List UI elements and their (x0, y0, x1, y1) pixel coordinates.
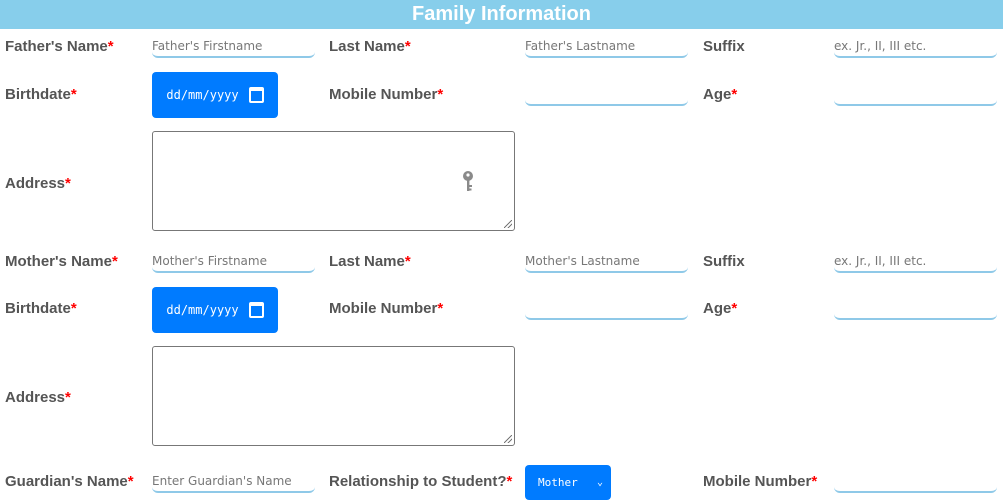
guardian-name-label: Guardian's Name* (5, 472, 134, 492)
required-mark: * (70, 300, 77, 317)
mother-suffix-label: Suffix (703, 253, 745, 270)
father-name-label-text: Father's Name (5, 38, 108, 55)
mother-birthdate-label: Birthdate* (5, 299, 77, 319)
father-age-input[interactable] (834, 84, 997, 106)
required-mark: * (70, 86, 77, 103)
required-mark: * (731, 300, 738, 317)
required-mark: * (127, 473, 134, 490)
required-mark: * (811, 473, 818, 490)
mother-age-input[interactable] (834, 298, 997, 320)
father-lastname-input[interactable] (525, 36, 688, 58)
mother-mobile-label-text: Mobile Number (329, 300, 438, 317)
required-mark: * (111, 253, 118, 270)
mother-firstname-input[interactable] (152, 251, 315, 273)
father-address-textarea[interactable] (152, 131, 515, 231)
father-birthdate-label-text: Birthdate (5, 86, 71, 103)
required-mark: * (404, 38, 411, 55)
mother-name-label: Mother's Name* (5, 252, 118, 272)
mother-name-label-text: Mother's Name (5, 253, 112, 270)
guardian-mobile-input[interactable] (834, 471, 997, 493)
father-birthdate-label: Birthdate* (5, 85, 77, 105)
father-address-label: Address* (5, 174, 71, 194)
mother-lastname-label-text: Last Name (329, 253, 405, 270)
relationship-label-text: Relationship to Student? (329, 473, 507, 490)
section-title: Family Information (0, 0, 1003, 29)
mother-mobile-input[interactable] (525, 298, 688, 320)
relationship-select[interactable]: Mother ⌄ (525, 465, 611, 500)
father-suffix-input[interactable] (834, 36, 997, 58)
father-birthdate-value: dd/mm/yyyy (166, 88, 239, 102)
required-mark: * (65, 389, 71, 406)
guardian-name-label-text: Guardian's Name (5, 473, 128, 490)
resize-handle[interactable] (504, 435, 512, 443)
required-mark: * (107, 38, 114, 55)
resize-handle[interactable] (504, 220, 512, 228)
mother-birthdate-label-text: Birthdate (5, 300, 71, 317)
calendar-icon[interactable] (248, 87, 264, 103)
father-lastname-label-text: Last Name (329, 38, 405, 55)
father-mobile-input[interactable] (525, 84, 688, 106)
father-suffix-label: Suffix (703, 38, 745, 55)
mother-lastname-label: Last Name* (329, 252, 411, 272)
relationship-label: Relationship to Student?* (329, 472, 512, 492)
key-icon[interactable] (461, 170, 475, 192)
father-lastname-label: Last Name* (329, 37, 411, 57)
mother-lastname-input[interactable] (525, 251, 688, 273)
mother-address-label-text: Address (5, 389, 66, 406)
father-firstname-input[interactable] (152, 36, 315, 58)
required-mark: * (506, 473, 513, 490)
required-mark: * (65, 175, 71, 192)
chevron-down-icon: ⌄ (596, 477, 603, 488)
relationship-select-value: Mother (538, 476, 578, 489)
guardian-name-input[interactable] (152, 471, 315, 493)
mother-mobile-label: Mobile Number* (329, 299, 443, 319)
mother-address-textarea[interactable] (152, 346, 515, 446)
father-name-label: Father's Name* (5, 37, 114, 57)
father-mobile-label: Mobile Number* (329, 85, 443, 105)
mother-birthdate-value: dd/mm/yyyy (166, 303, 239, 317)
guardian-mobile-label: Mobile Number* (703, 472, 817, 492)
required-mark: * (437, 86, 444, 103)
calendar-icon[interactable] (248, 302, 264, 318)
mother-suffix-input[interactable] (834, 251, 997, 273)
father-mobile-label-text: Mobile Number (329, 86, 438, 103)
mother-birthdate-input[interactable]: dd/mm/yyyy (152, 287, 278, 333)
guardian-mobile-label-text: Mobile Number (703, 473, 812, 490)
father-age-label: Age* (703, 85, 737, 105)
mother-age-label: Age* (703, 299, 737, 319)
mother-age-label-text: Age (703, 300, 732, 317)
father-address-label-text: Address (5, 175, 66, 192)
mother-address-label: Address* (5, 388, 71, 408)
required-mark: * (731, 86, 738, 103)
required-mark: * (404, 253, 411, 270)
father-age-label-text: Age (703, 86, 732, 103)
father-birthdate-input[interactable]: dd/mm/yyyy (152, 72, 278, 118)
required-mark: * (437, 300, 444, 317)
